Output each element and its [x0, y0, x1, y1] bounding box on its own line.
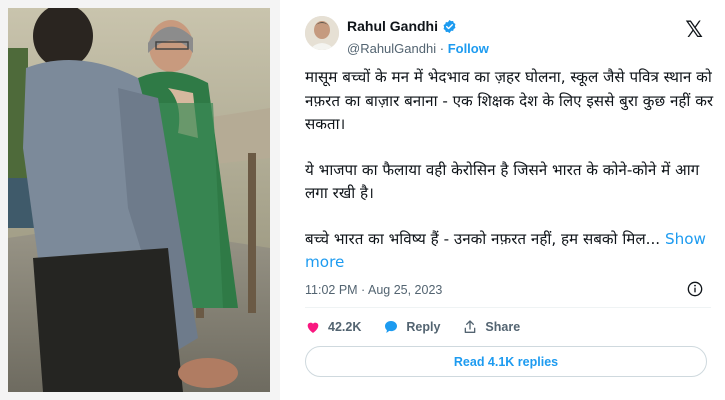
verified-badge-icon — [443, 19, 456, 33]
tweet-paragraph-3: बच्चे भारत का भविष्य हैं - उनको नफ़रत नह… — [305, 229, 661, 248]
action-bar: 42.2K Reply Share — [305, 319, 542, 335]
share-upload-icon — [465, 320, 476, 333]
media-panel — [0, 0, 280, 400]
read-replies-label: Read 4.1K replies — [453, 354, 559, 369]
reply-bubble-icon — [385, 321, 398, 333]
video-frame[interactable] — [8, 8, 270, 392]
read-replies-button[interactable]: Read 4.1K replies — [305, 346, 707, 377]
avatar-image — [305, 16, 339, 50]
like-button[interactable]: 42.2K — [305, 319, 361, 335]
reply-label: Reply — [406, 320, 441, 334]
share-button[interactable]: Share — [462, 319, 520, 335]
tweet-timestamp[interactable]: 11:02 PM · Aug 25, 2023 — [305, 283, 442, 297]
avatar[interactable] — [305, 16, 339, 50]
handle-row: @RahulGandhi · Follow — [347, 41, 489, 56]
x-logo-icon[interactable]: 𝕏 — [685, 18, 703, 43]
share-label: Share — [485, 320, 521, 334]
author-handle[interactable]: @RahulGandhi — [347, 41, 436, 56]
author-name[interactable]: Rahul Gandhi — [347, 18, 438, 34]
info-icon[interactable] — [687, 281, 703, 297]
tweet-card: Rahul Gandhi @RahulGandhi · Follow 𝕏 मास… — [291, 0, 725, 400]
like-count: 42.2K — [328, 320, 362, 334]
tweet-paragraph-2: ये भाजपा का फैलाया वही केरोसिन है जिसने … — [305, 160, 700, 203]
divider — [305, 307, 711, 308]
tweet-paragraph-1: मासूम बच्चों के मन में भेदभाव का ज़हर घो… — [305, 68, 714, 133]
author-name-row[interactable]: Rahul Gandhi — [347, 18, 457, 34]
follow-button[interactable]: Follow — [448, 41, 489, 56]
video-still-image — [8, 8, 270, 392]
tweet-text: मासूम बच्चों के मन में भेदभाव का ज़हर घो… — [305, 66, 715, 297]
reply-button[interactable]: Reply — [383, 319, 440, 335]
heart-icon — [307, 322, 319, 333]
tweet-paragraph-3-wrapper: बच्चे भारत का भविष्य हैं - उनको नफ़रत नह… — [305, 228, 715, 275]
separator-dot: · — [439, 41, 445, 56]
